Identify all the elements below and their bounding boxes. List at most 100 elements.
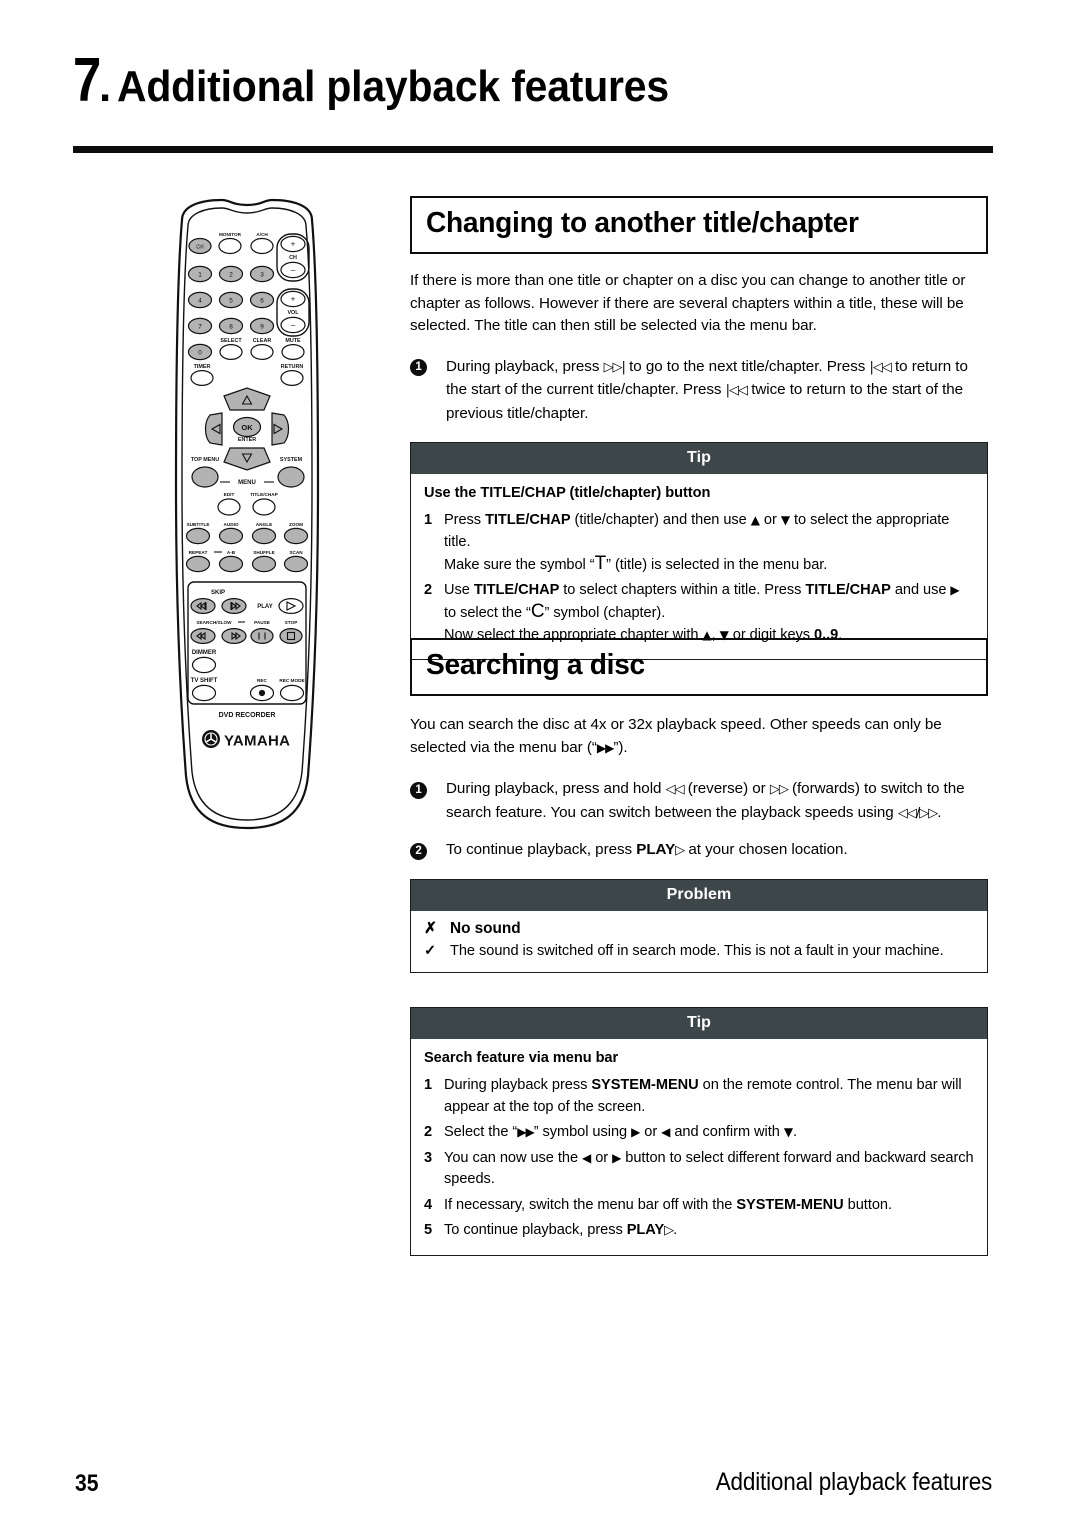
- svg-text:TV SHIFT: TV SHIFT: [191, 678, 218, 684]
- tip-item: 1 Press TITLE/CHAP (title/chapter) and t…: [424, 510, 974, 577]
- svg-text:0: 0: [198, 349, 202, 356]
- callout-header: Problem: [411, 879, 987, 911]
- tip-item-text: During playback press SYSTEM-MENU on the…: [444, 1075, 974, 1118]
- tip-subtitle: Use the TITLE/CHAP (title/chapter) butto…: [424, 484, 711, 501]
- svg-text:+: +: [291, 240, 296, 249]
- title-symbol: T: [594, 553, 607, 575]
- section1-intro-paragraph: If there is more than one title or chapt…: [410, 272, 966, 335]
- svg-text:ZOOM: ZOOM: [289, 522, 303, 527]
- svg-text:+: +: [291, 295, 296, 304]
- tip-subtitle: Search feature via menu bar: [424, 1049, 619, 1066]
- callout-body: Search feature via menu bar 1 During pla…: [411, 1039, 987, 1255]
- chapter-symbol: C: [530, 601, 545, 623]
- svg-text:TOP MENU: TOP MENU: [191, 457, 219, 463]
- text-part: To continue playback, press: [444, 1222, 627, 1239]
- tip-item-text: Select the “▶▶” symbol using ▶ or ◀ and …: [444, 1122, 974, 1144]
- arrow-right-icon: ▶: [612, 1150, 622, 1165]
- problem-title-row: ✗ No sound: [424, 918, 974, 940]
- step-number: 1: [410, 781, 427, 799]
- text-part: or: [640, 1124, 662, 1141]
- text-part: Select the “: [444, 1124, 518, 1141]
- text-part: Press: [444, 512, 486, 529]
- svg-text:VOL: VOL: [287, 310, 299, 316]
- text-part: ” (title) is selected in the menu bar.: [606, 557, 828, 574]
- tip-item-number: 3: [424, 1149, 433, 1166]
- header-divider: [73, 146, 993, 153]
- text-part: During playback press: [444, 1077, 592, 1094]
- svg-text:EDIT: EDIT: [224, 492, 235, 497]
- svg-text:AUDIO: AUDIO: [223, 522, 238, 527]
- button-name: SYSTEM-MENU: [736, 1196, 844, 1213]
- svg-text:SUBTITLE: SUBTITLE: [187, 522, 210, 527]
- text-part: or: [591, 1149, 613, 1166]
- svg-text:7: 7: [198, 323, 202, 330]
- step-number-badge: 1: [410, 356, 446, 426]
- svg-text:DIMMER: DIMMER: [192, 650, 217, 656]
- svg-text:REC: REC: [257, 678, 268, 683]
- cross-icon: ✗: [424, 919, 437, 937]
- arrow-right-icon: ▶: [950, 582, 960, 597]
- text-part: You can search the disc at 4x or 32x pla…: [410, 716, 942, 756]
- svg-text:A-B: A-B: [227, 550, 236, 555]
- section-changing-title-chapter: Changing to another title/chapter If the…: [410, 196, 988, 661]
- text-part: ”).: [613, 738, 628, 756]
- button-name: PLAY: [626, 1222, 665, 1239]
- svg-text:CLEAR: CLEAR: [253, 338, 272, 344]
- svg-text:8: 8: [229, 323, 233, 330]
- step-text-part: to go to the next title/chapter. Press: [624, 357, 870, 375]
- step-number: 2: [410, 842, 427, 860]
- svg-text:ANGLE: ANGLE: [256, 522, 272, 527]
- check-icon: ✓: [424, 943, 437, 960]
- button-name: TITLE/CHAP: [485, 512, 571, 529]
- tip-item-number: 1: [424, 512, 433, 529]
- svg-text:OK: OK: [241, 423, 253, 432]
- problem-solution-text: The sound is switched off in search mode…: [450, 943, 944, 960]
- remote-control-illustration: .bodyline { fill:#ffffff; stroke:#111; s…: [152, 196, 342, 836]
- text-part: or: [759, 512, 781, 529]
- step-number: 1: [410, 359, 427, 377]
- svg-text:STOP: STOP: [285, 620, 298, 625]
- section2-intro-paragraph: You can search the disc at 4x or 32x pla…: [410, 714, 988, 759]
- callout-header: Tip: [411, 442, 987, 474]
- section1-step-1: 1 During playback, press ▷▷| to go to th…: [410, 356, 988, 426]
- step-text-part: During playback, press: [446, 357, 604, 375]
- tip-item-number: 4: [424, 1196, 433, 1213]
- svg-text:5: 5: [229, 297, 233, 304]
- text-part: and use: [890, 581, 951, 598]
- step-text: During playback, press ▷▷| to go to the …: [446, 356, 988, 426]
- text-part: ” symbol using: [533, 1124, 632, 1141]
- svg-text:DVD RECORDER: DVD RECORDER: [219, 712, 276, 719]
- svg-text:A/CH: A/CH: [256, 232, 268, 237]
- problem-title: No sound: [450, 919, 521, 937]
- svg-text:MONITOR: MONITOR: [219, 232, 242, 237]
- svg-text:REPEAT: REPEAT: [189, 550, 208, 555]
- step-number-badge: 1: [410, 778, 446, 825]
- text-part: to select chapters within a title. Press: [559, 581, 806, 598]
- button-name: TITLE/CHAP: [805, 581, 891, 598]
- tip-item: 2 Select the “▶▶” symbol using ▶ or ◀ an…: [424, 1122, 974, 1144]
- svg-text:SCAN: SCAN: [289, 550, 303, 555]
- svg-text:–: –: [291, 321, 296, 330]
- svg-text:–: –: [291, 266, 296, 275]
- page-title: 7 . Additional playback features: [73, 50, 993, 112]
- section-heading-searching: Searching a disc: [410, 638, 988, 696]
- tip-callout-title-chap: Tip Use the TITLE/CHAP (title/chapter) b…: [410, 441, 988, 661]
- tip-item-text: If necessary, switch the menu bar off wi…: [444, 1195, 974, 1217]
- button-name: SYSTEM-MENU: [591, 1077, 699, 1094]
- svg-text:MENU: MENU: [238, 480, 256, 486]
- section2-step-1: 1 During playback, press and hold ◁◁ (re…: [410, 778, 988, 825]
- svg-text:REC MODE: REC MODE: [279, 678, 304, 683]
- tip-item-number: 1: [424, 1077, 433, 1094]
- text-part: ” symbol (chapter).: [544, 605, 666, 622]
- play-icon: ▷: [675, 843, 685, 859]
- tip-item: 1 During playback press SYSTEM-MENU on t…: [424, 1075, 974, 1118]
- svg-text:PLAY: PLAY: [257, 604, 272, 610]
- svg-text:TIMER: TIMER: [194, 364, 211, 370]
- svg-text:YAMAHA: YAMAHA: [224, 733, 290, 750]
- text-part: (title/chapter) and then use: [570, 512, 751, 529]
- chapter-header: 7 . Additional playback features: [73, 50, 993, 112]
- tip-item-text: Press TITLE/CHAP (title/chapter) and the…: [444, 510, 974, 577]
- forward-icon: ▷▷: [769, 782, 789, 798]
- svg-text:PAUSE: PAUSE: [254, 620, 270, 625]
- svg-text:SYSTEM: SYSTEM: [280, 457, 303, 463]
